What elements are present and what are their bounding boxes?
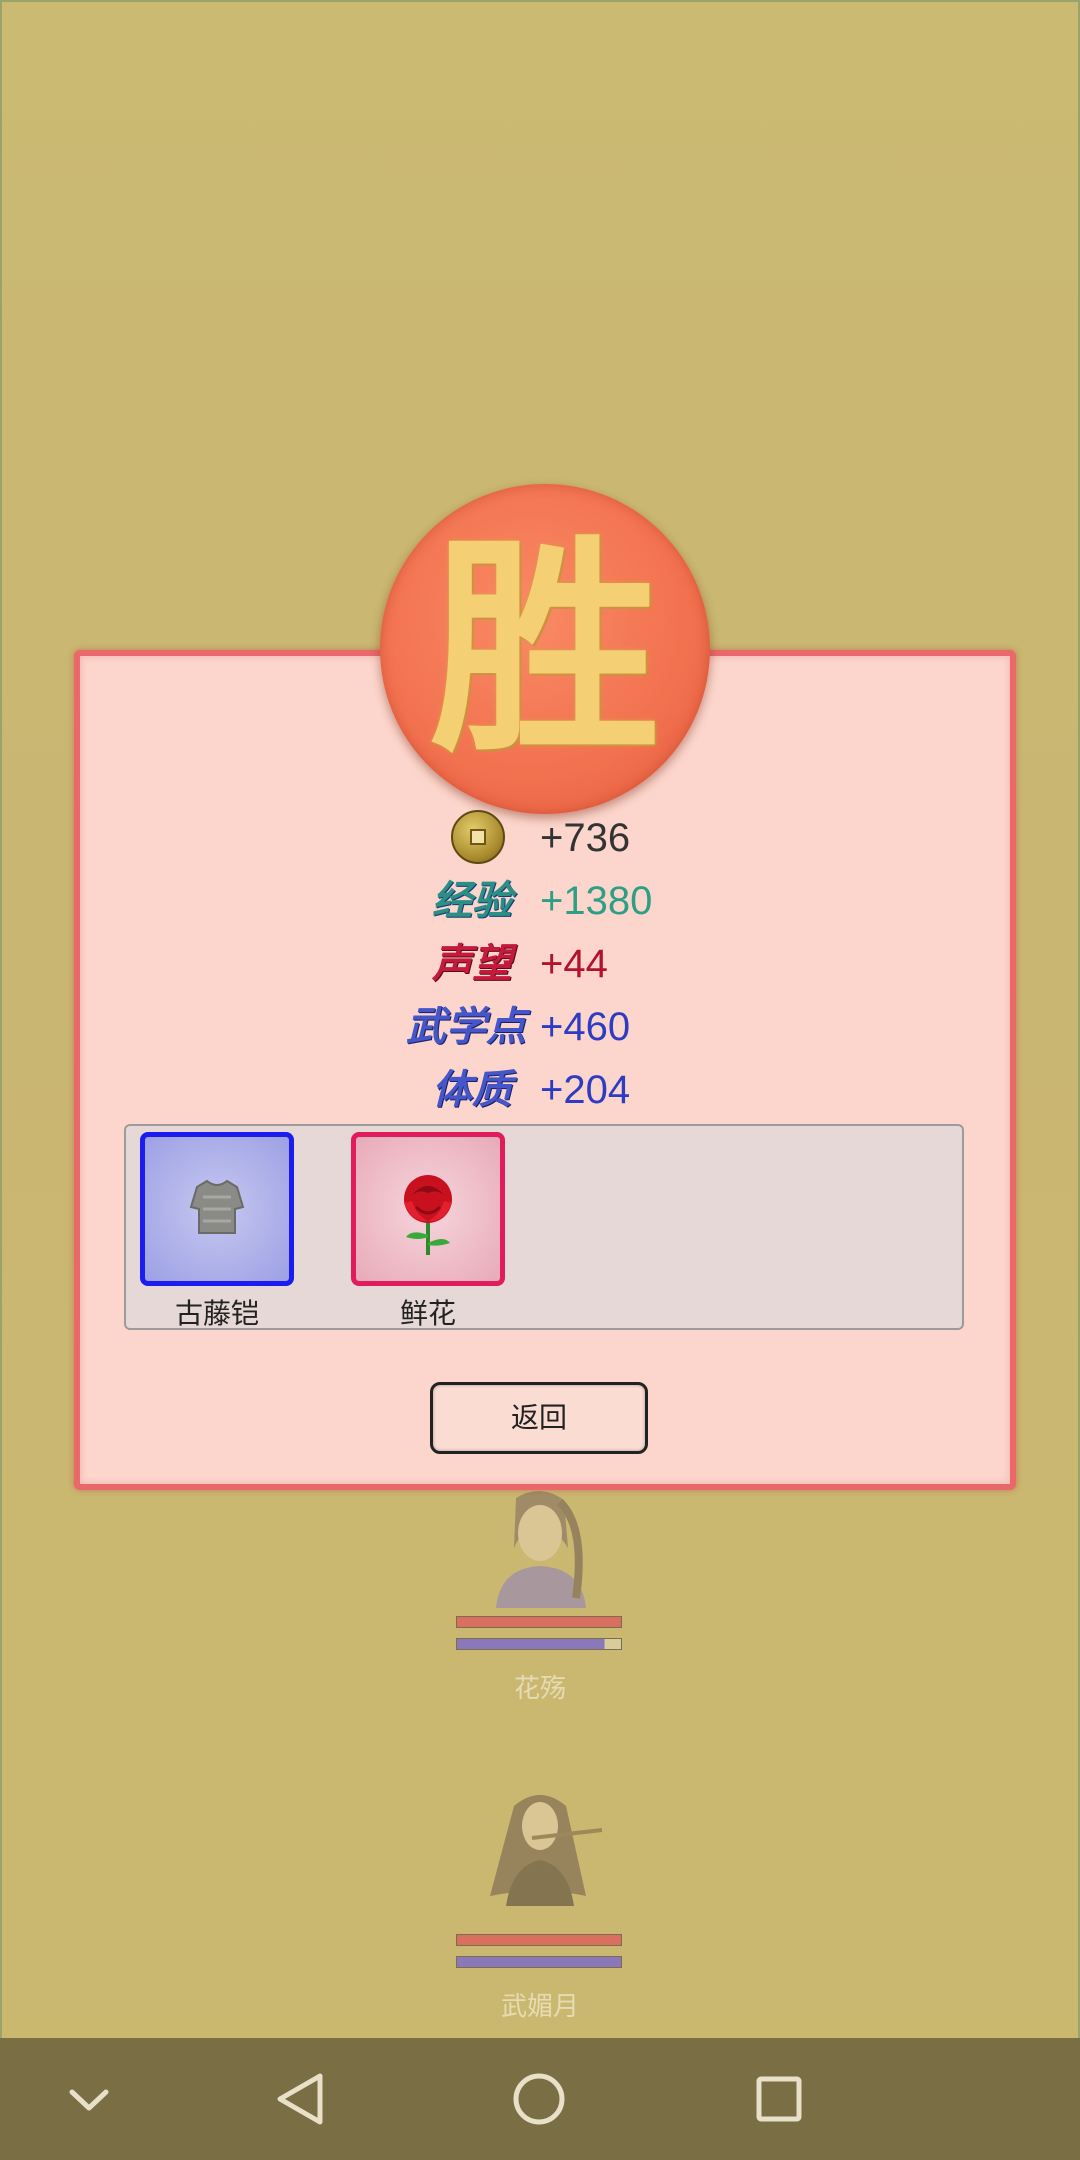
reward-label: 经验 xyxy=(432,877,512,924)
collapse-icon[interactable] xyxy=(44,2054,134,2144)
reward-gold-value: +736 xyxy=(540,816,631,860)
recents-icon[interactable] xyxy=(734,2054,824,2144)
reward-martial-points: 武学点 xyxy=(300,997,526,1057)
reward-value: +1380 xyxy=(540,879,653,923)
item-slot-armor[interactable] xyxy=(140,1132,294,1286)
character-name: 武媚月 xyxy=(500,1991,579,2021)
character-name: 花殇 xyxy=(513,1673,566,1703)
back-icon[interactable] xyxy=(254,2054,344,2144)
hp-bar-huashang xyxy=(456,1616,622,1628)
item-name: 鲜花 xyxy=(399,1298,456,1329)
rose-icon xyxy=(404,1175,452,1255)
character-portrait-huashang xyxy=(456,1488,624,1613)
reward-label: 武学点 xyxy=(406,1003,526,1050)
flute-player-portrait-icon xyxy=(490,1795,603,1906)
mp-bar-huashang xyxy=(456,1638,622,1650)
hp-bar-wumeiyue xyxy=(456,1934,622,1946)
reward-exp: 经验 xyxy=(300,871,512,931)
swordsman-portrait-icon xyxy=(496,1490,586,1608)
item-slot-flower[interactable] xyxy=(351,1132,505,1286)
return-button[interactable]: 返回 xyxy=(430,1382,648,1454)
home-icon[interactable] xyxy=(494,2054,584,2144)
reward-constitution: 体质 xyxy=(300,1060,512,1120)
reward-value: +44 xyxy=(540,942,608,986)
victory-medal: 胜 xyxy=(380,484,710,814)
item-name: 古藤铠 xyxy=(174,1298,259,1329)
character-portrait-wumeiyue xyxy=(456,1786,624,1911)
copper-coin-icon xyxy=(451,810,505,864)
reward-label: 体质 xyxy=(432,1066,512,1113)
armor-icon xyxy=(189,1179,245,1234)
victory-glyph: 胜 xyxy=(429,514,660,784)
reward-reputation: 声望 xyxy=(300,934,512,994)
system-navigation-bar xyxy=(0,2038,1080,2160)
reward-value: +204 xyxy=(540,1068,631,1112)
mp-bar-wumeiyue xyxy=(456,1956,622,1968)
reward-value: +460 xyxy=(540,1005,631,1049)
reward-label: 声望 xyxy=(432,940,512,987)
